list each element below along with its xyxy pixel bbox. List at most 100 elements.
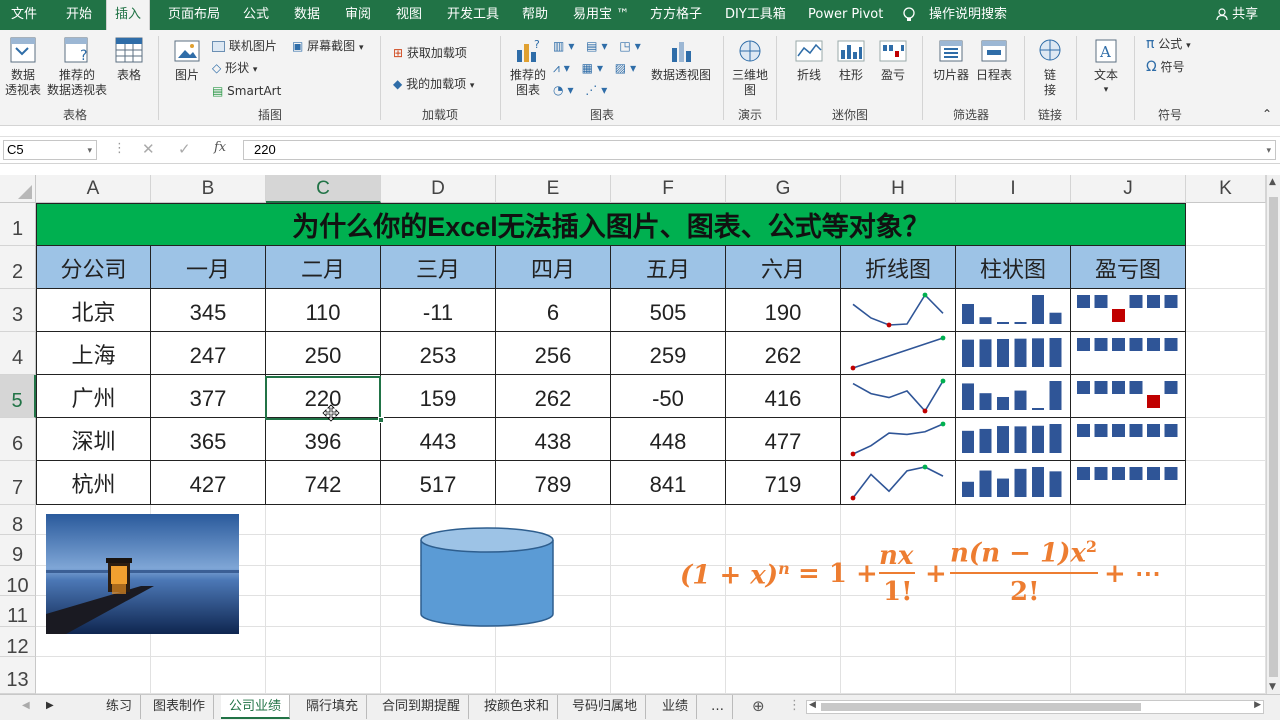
recommended-pivot-button[interactable]: ? 推荐的 数据透视表 — [46, 36, 108, 98]
value-cell[interactable]: 190 — [726, 289, 841, 332]
tab-insert[interactable]: 插入 — [106, 0, 151, 30]
tell-me-search[interactable]: 操作说明搜索 — [929, 0, 1007, 30]
tab-formulas[interactable]: 公式 — [243, 0, 269, 30]
cancel-icon[interactable]: ✕ — [142, 140, 155, 158]
pie-chart-button[interactable]: ◔▾ ⋰▾ — [553, 82, 611, 98]
column-header-c[interactable]: C — [266, 175, 381, 203]
tab-yiyongbao[interactable]: 易用宝 ™ — [573, 0, 629, 30]
city-cell[interactable]: 上海 — [36, 332, 151, 375]
sparkline-column-cell[interactable] — [956, 332, 1071, 375]
row-header-7[interactable]: 7 — [0, 461, 36, 505]
tab-view[interactable]: 视图 — [396, 0, 422, 30]
link-button[interactable]: 链 接 — [1032, 38, 1068, 98]
column-chart-button[interactable]: ▥▾ ▤▾ ◳▾ — [553, 38, 645, 54]
vertical-scrollbar[interactable]: ▲ ▼ — [1266, 175, 1280, 694]
picture-button[interactable]: 图片 — [170, 38, 204, 83]
column-header-e[interactable]: E — [496, 175, 611, 203]
sheet-tab[interactable]: 隔行填充 — [298, 695, 368, 719]
value-cell[interactable]: 416 — [726, 375, 841, 418]
value-cell[interactable]: 262 — [726, 332, 841, 375]
value-cell[interactable]: 841 — [611, 461, 726, 505]
value-cell[interactable]: 6 — [496, 289, 611, 332]
value-cell[interactable]: 505 — [611, 289, 726, 332]
sparkline-winloss-cell[interactable] — [1071, 289, 1186, 332]
value-cell[interactable]: 253 — [381, 332, 496, 375]
value-cell[interactable]: 110 — [266, 289, 381, 332]
table-button[interactable]: 表格 — [113, 36, 145, 83]
sparkline-winloss-button[interactable]: 盈亏 — [875, 38, 911, 83]
value-cell[interactable]: -11 — [381, 289, 496, 332]
my-addins-button[interactable]: ◆ 我的加载项 ▾ — [393, 76, 474, 94]
value-cell[interactable]: 742 — [266, 461, 381, 505]
sparkline-line-cell[interactable] — [841, 332, 956, 375]
value-cell[interactable]: 365 — [151, 418, 266, 461]
header-cell-e[interactable]: 四月 — [496, 246, 611, 289]
name-box[interactable]: C5 ▾ — [3, 140, 97, 160]
sheet-tab[interactable]: 公司业绩 — [221, 695, 291, 719]
header-cell-d[interactable]: 三月 — [381, 246, 496, 289]
pivot-table-button[interactable]: 数据 透视表 — [3, 36, 43, 98]
symbol-button[interactable]: Ω 符号 — [1146, 59, 1185, 75]
sheet-title[interactable]: 为什么你的Excel无法插入图片、图表、公式等对象？ — [36, 203, 1186, 246]
header-cell-i[interactable]: 柱状图 — [956, 246, 1071, 289]
text-button[interactable]: A 文本 ▾ — [1086, 38, 1126, 98]
chevron-down-icon[interactable]: ▾ — [87, 141, 92, 159]
header-cell-c[interactable]: 二月 — [266, 246, 381, 289]
timeline-button[interactable]: 日程表 — [973, 38, 1015, 83]
smartart-button[interactable]: ▤ SmartArt — [212, 83, 281, 99]
h-scroll-thumb[interactable] — [821, 703, 1141, 711]
online-picture-button[interactable]: 联机图片 — [212, 38, 277, 54]
line-chart-button[interactable]: ⩘▾ ▦▾ ▨▾ — [553, 60, 640, 76]
tab-help[interactable]: 帮助 — [522, 0, 548, 30]
header-cell-a[interactable]: 分公司 — [36, 246, 151, 289]
column-header-j[interactable]: J — [1071, 175, 1186, 203]
value-cell[interactable]: 396 — [266, 418, 381, 461]
sparkline-winloss-cell[interactable] — [1071, 375, 1186, 418]
row-header-2[interactable]: 2 — [0, 246, 36, 289]
value-cell[interactable]: 789 — [496, 461, 611, 505]
city-cell[interactable]: 杭州 — [36, 461, 151, 505]
value-cell[interactable]: 517 — [381, 461, 496, 505]
row-header-10[interactable]: 10 — [0, 566, 36, 597]
value-cell[interactable]: 345 — [151, 289, 266, 332]
next-sheet-icon[interactable]: ▶ — [46, 700, 54, 711]
header-cell-f[interactable]: 五月 — [611, 246, 726, 289]
value-cell[interactable]: 443 — [381, 418, 496, 461]
sheet-tab[interactable]: 按颜色求和 — [476, 695, 559, 719]
row-header-12[interactable]: 12 — [0, 627, 36, 658]
row-header-4[interactable]: 4 — [0, 332, 36, 375]
sheet-tab[interactable]: 业绩 — [654, 695, 698, 719]
sparkline-winloss-cell[interactable] — [1071, 461, 1186, 505]
row-header-11[interactable]: 11 — [0, 596, 36, 627]
scroll-down-icon[interactable]: ▼ — [1269, 682, 1276, 692]
add-sheet-icon[interactable]: ⊕ — [752, 697, 765, 715]
scroll-left-icon[interactable]: ◀ — [809, 700, 816, 710]
sparkline-column-cell[interactable] — [956, 375, 1071, 418]
tab-data[interactable]: 数据 — [294, 0, 320, 30]
column-header-h[interactable]: H — [841, 175, 956, 203]
value-cell[interactable]: 427 — [151, 461, 266, 505]
city-cell[interactable]: 北京 — [36, 289, 151, 332]
sparkline-winloss-cell[interactable] — [1071, 418, 1186, 461]
pivot-chart-button[interactable]: 数据透视图 — [648, 38, 714, 83]
row-header-1[interactable]: 1 — [0, 203, 36, 246]
row-header-5[interactable]: 5 — [0, 375, 36, 418]
value-cell[interactable]: -50 — [611, 375, 726, 418]
tab-diy-toolbox[interactable]: DIY工具箱 — [725, 0, 786, 30]
tab-page-layout[interactable]: 页面布局 — [168, 0, 220, 30]
column-header-d[interactable]: D — [381, 175, 496, 203]
cylinder-shape[interactable] — [420, 526, 554, 628]
tab-developer[interactable]: 开发工具 — [447, 0, 499, 30]
prev-sheet-icon[interactable]: ◀ — [22, 700, 30, 711]
sparkline-column-cell[interactable] — [956, 289, 1071, 332]
screenshot-button[interactable]: ▣ 屏幕截图 ▾ — [292, 38, 364, 56]
formula-input[interactable]: 220 ▾ — [243, 140, 1276, 160]
value-cell[interactable]: 259 — [611, 332, 726, 375]
recommended-charts-button[interactable]: ? 推荐的 图表 — [508, 38, 548, 98]
sparkline-winloss-cell[interactable] — [1071, 332, 1186, 375]
tab-home[interactable]: 开始 — [66, 0, 92, 30]
row-header-6[interactable]: 6 — [0, 418, 36, 461]
header-cell-h[interactable]: 折线图 — [841, 246, 956, 289]
column-header-k[interactable]: K — [1186, 175, 1266, 203]
sheet-tab[interactable]: 号码归属地 — [564, 695, 647, 719]
